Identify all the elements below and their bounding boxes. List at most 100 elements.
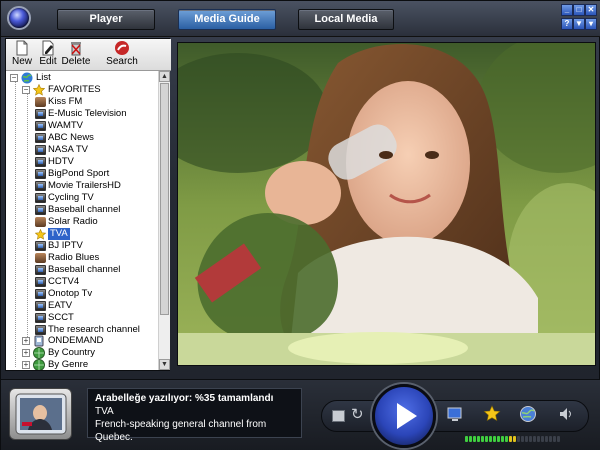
top-bar: Player Media Guide Local Media _ □ ✕ ? ▼… [1,1,600,37]
tree-folder-favorites[interactable]: − FAVORITES [21,84,156,96]
tv-icon [35,289,46,299]
channel-thumbnail [9,388,72,440]
radio-icon [35,253,46,263]
volume-segment [537,436,540,442]
tree-root-list[interactable]: − List [9,72,149,84]
channel-label: BJ IPTV [48,240,83,251]
repeat-button[interactable]: ↻ [351,406,367,424]
channel-item[interactable]: Movie TrailersHD [33,180,156,192]
app-logo-icon[interactable] [7,6,31,30]
tab-local-media[interactable]: Local Media [298,9,394,30]
expand-icon[interactable]: + [22,337,30,345]
tv-icon [35,241,46,251]
channel-item[interactable]: Solar Radio [33,216,156,228]
ondemand-label: ONDEMAND [48,335,104,346]
volume-segment [517,436,520,442]
channel-label: SCCT [48,312,74,323]
channel-label: Onotop Tv [48,288,93,299]
volume-icon[interactable] [557,405,575,423]
scroll-up-icon[interactable]: ▲ [159,71,170,82]
close-icon[interactable]: ✕ [585,4,597,16]
volume-segment [505,436,508,442]
volume-segment [501,436,504,442]
tree-root-label: List [36,72,51,83]
channel-item[interactable]: ABC News [33,132,156,144]
collapse-icon[interactable]: − [10,74,18,82]
volume-segment [489,436,492,442]
volume-segment [473,436,476,442]
video-display[interactable] [177,42,596,366]
edit-button[interactable]: Edit [37,40,59,70]
play-button[interactable] [372,384,436,448]
tree-scrollbar[interactable]: ▲ ▼ [158,71,170,370]
video-frame-image [178,43,595,365]
channel-label: Solar Radio [48,216,98,227]
channel-item[interactable]: CCTV4 [33,276,156,288]
expand-icon[interactable]: + [22,349,30,357]
tree-folder-by-genre[interactable]: + By Genre [21,359,156,370]
channel-item[interactable]: BigPond Sport [33,168,156,180]
channel-label: BigPond Sport [48,168,110,179]
channel-item[interactable]: BJ IPTV [33,240,156,252]
tv-icon [35,169,46,179]
volume-segment [477,436,480,442]
delete-label: Delete [61,56,91,67]
help-icon[interactable]: ? [561,18,573,30]
channel-label: WAMTV [48,120,84,131]
play-icon [397,403,417,429]
by-genre-label: By Genre [48,359,89,370]
tab-player[interactable]: Player [57,9,155,30]
tree-folder-by-country[interactable]: + By Country [21,347,156,359]
volume-segment [545,436,548,442]
now-playing-info: Arabelleğe yazılıyor: %35 tamamlandı TVA… [87,388,302,443]
channel-item[interactable]: E-Music Television [33,108,156,120]
channel-item[interactable]: WAMTV [33,120,156,132]
tab-media-guide[interactable]: Media Guide [178,9,276,30]
tree-folder-ondemand[interactable]: + ONDEMAND [21,335,156,347]
window-controls: _ □ ✕ ? ▼ ▾ [561,4,597,34]
channel-item[interactable]: Onotop Tv [33,288,156,300]
volume-level-bar[interactable] [465,436,565,442]
volume-segment [549,436,552,442]
expand-icon[interactable]: + [22,361,30,369]
channel-item[interactable]: TVA [33,228,156,240]
maximize-icon[interactable]: □ [573,4,585,16]
channel-item[interactable]: NASA TV [33,144,156,156]
search-button[interactable]: Search [106,40,138,70]
channel-item[interactable]: Kiss FM [33,96,156,108]
channel-item[interactable]: Baseball channel [33,264,156,276]
channel-item[interactable]: Baseball channel [33,204,156,216]
edit-icon [42,40,54,56]
country-globe-icon [33,347,45,359]
favorite-star-icon[interactable] [483,405,501,423]
channel-item[interactable]: SCCT [33,312,156,324]
channel-item[interactable]: EATV [33,300,156,312]
globe-icon[interactable] [519,405,537,423]
tv-icon [35,193,46,203]
tv-icon [35,277,46,287]
channel-item[interactable]: HDTV [33,156,156,168]
tv-icon [35,109,46,119]
channel-item[interactable]: Radio Blues [33,252,156,264]
new-button[interactable]: New [10,40,34,70]
radio-icon [35,97,46,107]
minimize-icon[interactable]: _ [561,4,573,16]
channel-label: EATV [48,300,73,311]
stop-button[interactable] [332,410,345,422]
tv-icon [35,313,46,323]
delete-button[interactable]: Delete [60,40,92,70]
scroll-down-icon[interactable]: ▼ [159,359,170,370]
volume-segment [553,436,556,442]
tv-icon [35,205,46,215]
channel-item[interactable]: Cycling TV [33,192,156,204]
edit-label: Edit [39,56,57,67]
collapse-icon[interactable]: − [22,86,30,94]
scrollbar-thumb[interactable] [160,83,169,315]
screen-mode-icon[interactable] [446,405,464,423]
menu-icon[interactable]: ▼ [573,18,585,30]
pin-icon[interactable]: ▾ [585,18,597,30]
volume-segment [541,436,544,442]
volume-segment [509,436,512,442]
tv-icon [35,145,46,155]
genre-globe-icon [33,359,45,370]
